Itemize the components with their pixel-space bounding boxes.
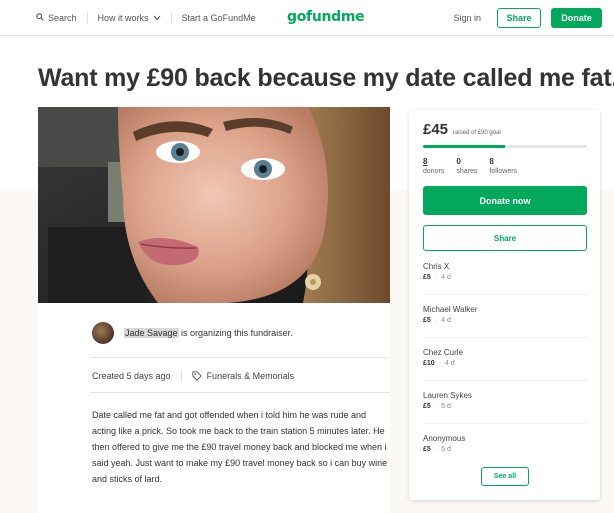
donor-name: Anonymous xyxy=(423,434,466,443)
campaign-stats: 8 donors 0 shares 8 followers xyxy=(423,157,517,176)
donor-name: Michael Walker xyxy=(423,305,478,314)
campaign-story: Date called me fat and got offended when… xyxy=(92,410,388,484)
raised-goal: raised of £90 goal xyxy=(453,130,501,136)
donation-time: 5 d xyxy=(441,446,451,453)
followers-stat: 8 followers xyxy=(489,157,517,176)
separator-dot: · xyxy=(434,403,438,410)
shares-label: shares xyxy=(456,168,478,175)
donation-time: 4 d xyxy=(441,317,451,324)
donation-item: Chris X £5 · 4 d xyxy=(423,261,587,284)
how-it-works-label: How it works xyxy=(97,13,149,23)
raised-summary: £45 raised of £90 goal xyxy=(423,121,501,138)
top-nav: Search How it works Start a GoFundMe gof… xyxy=(0,0,614,36)
donation-time: 5 d xyxy=(441,403,451,410)
shares-stat: 0 shares xyxy=(456,157,477,176)
donation-amount: £10 xyxy=(423,360,435,367)
donor-name: Chris X xyxy=(423,262,450,271)
shares-count: 0 xyxy=(456,157,461,166)
campaign-photo xyxy=(38,107,390,303)
chevron-down-icon xyxy=(153,13,161,23)
tag-icon xyxy=(191,371,202,381)
organizer-name[interactable]: Jade Savage xyxy=(124,328,179,338)
progress-fill xyxy=(423,145,505,148)
how-it-works-menu[interactable]: How it works xyxy=(98,13,161,23)
donors-count: 8 xyxy=(423,157,428,166)
donation-amount: £5 xyxy=(423,403,431,410)
share-button[interactable]: Share xyxy=(423,225,587,251)
nav-divider xyxy=(170,12,172,24)
donation-divider xyxy=(423,423,587,424)
share-button-top[interactable]: Share xyxy=(497,8,541,28)
organizer-text: is organizing this fundraiser. xyxy=(178,328,293,338)
sign-in-link[interactable]: Sign in xyxy=(453,13,481,23)
donation-amount: £5 xyxy=(423,274,431,281)
donation-sidebar: £45 raised of £90 goal 8 donors 0 shares… xyxy=(409,110,600,500)
divider xyxy=(90,392,390,393)
donation-divider xyxy=(423,294,587,295)
separator-dot: · xyxy=(434,317,438,324)
donate-button-top[interactable]: Donate xyxy=(551,8,602,28)
search-icon xyxy=(36,13,44,23)
donate-now-button[interactable]: Donate now xyxy=(423,186,587,215)
gofundme-logo[interactable]: gofundme xyxy=(287,9,365,25)
created-date: Created 5 days ago xyxy=(92,371,171,381)
campaign-content: Jade Savage is organizing this fundraise… xyxy=(38,303,390,513)
donor-name: Chez Curle xyxy=(423,348,464,357)
search-link[interactable]: Search xyxy=(36,13,77,23)
donation-divider xyxy=(423,337,587,338)
donation-item: Lauren Sykes £5 · 5 d xyxy=(423,390,587,413)
donation-item: Michael Walker £5 · 4 d xyxy=(423,304,587,327)
donation-time: 4 d xyxy=(441,274,451,281)
donation-amount: £5 xyxy=(423,446,431,453)
separator-dot: · xyxy=(434,446,438,453)
separator-dot: · xyxy=(438,360,442,367)
progress-bar xyxy=(423,145,587,148)
category-link[interactable]: Funerals & Memorials xyxy=(207,371,295,381)
see-all-button[interactable]: See all xyxy=(481,467,529,486)
search-label: Search xyxy=(48,13,77,23)
donation-divider xyxy=(423,380,587,381)
nav-right: Sign in Share Donate xyxy=(453,8,602,28)
followers-count: 8 xyxy=(489,157,494,166)
donation-item: Chez Curle £10 · 4 d xyxy=(423,347,587,370)
nav-divider xyxy=(86,12,88,24)
donors-stat[interactable]: 8 donors xyxy=(423,157,444,176)
divider xyxy=(90,357,390,358)
followers-label: followers xyxy=(489,168,518,175)
donors-label: donors xyxy=(423,168,445,175)
separator-dot: · xyxy=(434,274,438,281)
start-gofundme-link[interactable]: Start a GoFundMe xyxy=(182,13,256,23)
nav-left: Search How it works Start a GoFundMe xyxy=(36,12,256,24)
donation-amount: £5 xyxy=(423,317,431,324)
meta-divider xyxy=(180,370,182,382)
donation-time: 4 d xyxy=(445,360,455,367)
raised-amount: £45 xyxy=(423,121,449,138)
donation-item: Anonymous £5 · 5 d xyxy=(423,433,587,456)
campaign-meta: Created 5 days ago Funerals & Memorials xyxy=(92,370,294,382)
avatar[interactable] xyxy=(92,322,114,344)
donor-name: Lauren Sykes xyxy=(423,391,472,400)
campaign-title: Want my £90 back because my date called … xyxy=(38,64,614,92)
organizer-row: Jade Savage is organizing this fundraise… xyxy=(92,322,293,344)
